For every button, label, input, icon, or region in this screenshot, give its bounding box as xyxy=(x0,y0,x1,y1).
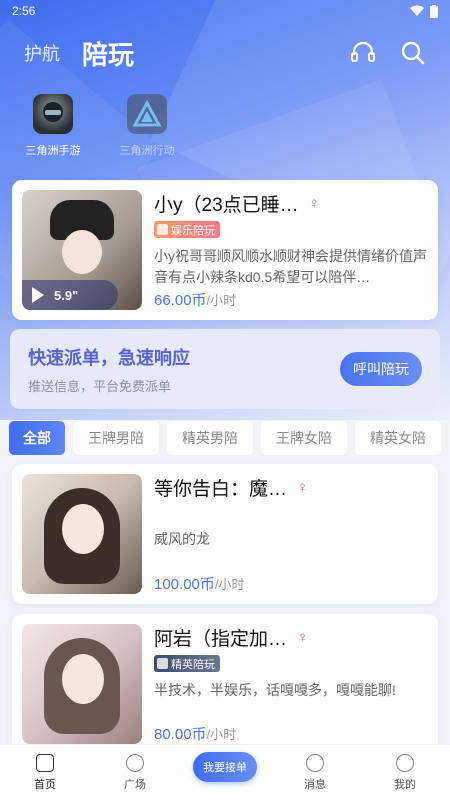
profile-icon xyxy=(396,753,414,772)
tag-icon xyxy=(157,224,168,235)
price-unit: /小时 xyxy=(206,727,237,742)
nav-messages-label: 消息 xyxy=(304,778,326,791)
status-bar: 2:56 xyxy=(0,0,450,22)
player-description: 小y祝哥哥顺风顺水顺财神会提供情绪价值声音有点小辣条kd0.5希望可以陪伴… xyxy=(154,248,427,285)
price-value: 100.00币 xyxy=(154,576,215,593)
player-card[interactable]: 等你告白：魔… ♀ 威风的龙 100.00币/小时 xyxy=(12,464,438,604)
voice-duration: 5.9" xyxy=(54,287,79,303)
game-delta-ops-label: 三角洲行动 xyxy=(119,145,175,157)
female-icon: ♀ xyxy=(297,479,309,496)
filter-ace-female[interactable]: 王牌女陪 xyxy=(261,421,347,455)
game-selector: 三角洲手游 三角洲行动 xyxy=(20,94,180,158)
player-price: 66.00币/小时 xyxy=(154,289,428,310)
player-price: 80.00币/小时 xyxy=(154,723,428,744)
game-delta-ops-icon xyxy=(127,94,167,134)
player-card[interactable]: 阿岩（指定加… ♀ 精英陪玩 半技术，半娱乐，话嘎嘎多，嘎嘎能聊! 80.00币… xyxy=(12,614,438,754)
nav-home[interactable]: 首页 xyxy=(0,745,90,800)
nav-profile[interactable]: 我的 xyxy=(360,745,450,800)
player-description: 半技术，半娱乐，话嘎嘎多，嘎嘎能聊! xyxy=(154,682,396,698)
battery-icon xyxy=(430,4,438,18)
player-name: 等你告白：魔… xyxy=(154,479,288,500)
player-photo xyxy=(22,474,142,594)
price-unit: /小时 xyxy=(206,293,237,308)
home-icon xyxy=(36,753,54,772)
message-icon xyxy=(306,753,324,772)
game-delta-mobile[interactable]: 三角洲手游 xyxy=(20,94,86,158)
category-filters: 全部 王牌男陪 精英男陪 王牌女陪 精英女陪 xyxy=(9,421,441,455)
featured-player-card[interactable]: 5.9" 小y（23点已睡… ♀ 娱乐陪玩 小y祝哥哥顺风顺水顺财神会提供情绪价… xyxy=(12,180,438,320)
price-unit: /小时 xyxy=(214,577,245,592)
nav-home-label: 首页 xyxy=(34,778,56,791)
quick-dispatch-banner: 快速派单，急速响应 推送信息，平台免费派单 呼叫陪玩 xyxy=(10,329,440,409)
filter-elite-male[interactable]: 精英男陪 xyxy=(167,421,253,455)
headset-icon[interactable] xyxy=(350,40,376,66)
filter-ace-male[interactable]: 王牌男陪 xyxy=(73,421,159,455)
top-nav: 护航 陪玩 xyxy=(0,30,450,76)
take-orders-button[interactable]: 我要接单 xyxy=(193,751,257,782)
nav-plaza-label: 广场 xyxy=(124,778,146,791)
tab-escort[interactable]: 护航 xyxy=(24,40,60,66)
player-tag: 娱乐陪玩 xyxy=(154,221,220,238)
filter-all[interactable]: 全部 xyxy=(9,421,65,455)
nav-profile-label: 我的 xyxy=(394,778,416,791)
tab-companion[interactable]: 陪玩 xyxy=(82,35,134,72)
quick-dispatch-title: 快速派单，急速响应 xyxy=(28,347,190,368)
nav-plaza[interactable]: 广场 xyxy=(90,745,180,800)
play-icon xyxy=(32,287,44,303)
player-photo: 5.9" xyxy=(22,190,142,310)
game-delta-mobile-icon xyxy=(33,94,73,134)
price-value: 66.00币 xyxy=(154,292,207,309)
price-value: 80.00币 xyxy=(154,726,207,743)
voice-intro-button[interactable]: 5.9" xyxy=(22,280,118,310)
player-photo xyxy=(22,624,142,744)
call-companion-button[interactable]: 呼叫陪玩 xyxy=(340,352,422,386)
planet-icon xyxy=(126,753,144,772)
filter-elite-female[interactable]: 精英女陪 xyxy=(355,421,441,455)
status-time: 2:56 xyxy=(12,4,36,18)
player-name: 阿岩（指定加… xyxy=(154,629,288,650)
bottom-nav: 首页 广场 我要接单 消息 我的 xyxy=(0,744,450,800)
player-description: 威风的龙 xyxy=(154,531,210,547)
player-tag: 精英陪玩 xyxy=(154,655,220,672)
player-name: 小y（23点已睡… xyxy=(154,195,299,216)
game-delta-ops[interactable]: 三角洲行动 xyxy=(114,94,180,158)
game-delta-mobile-label: 三角洲手游 xyxy=(25,145,81,157)
nav-take-orders[interactable]: 我要接单 xyxy=(180,745,270,800)
female-icon: ♀ xyxy=(308,195,320,212)
female-icon: ♀ xyxy=(297,629,309,646)
tag-icon xyxy=(157,658,168,669)
quick-dispatch-subtitle: 推送信息，平台免费派单 xyxy=(28,378,172,394)
player-price: 100.00币/小时 xyxy=(154,573,428,594)
wifi-icon xyxy=(410,5,424,16)
search-icon[interactable] xyxy=(400,40,426,66)
nav-messages[interactable]: 消息 xyxy=(270,745,360,800)
